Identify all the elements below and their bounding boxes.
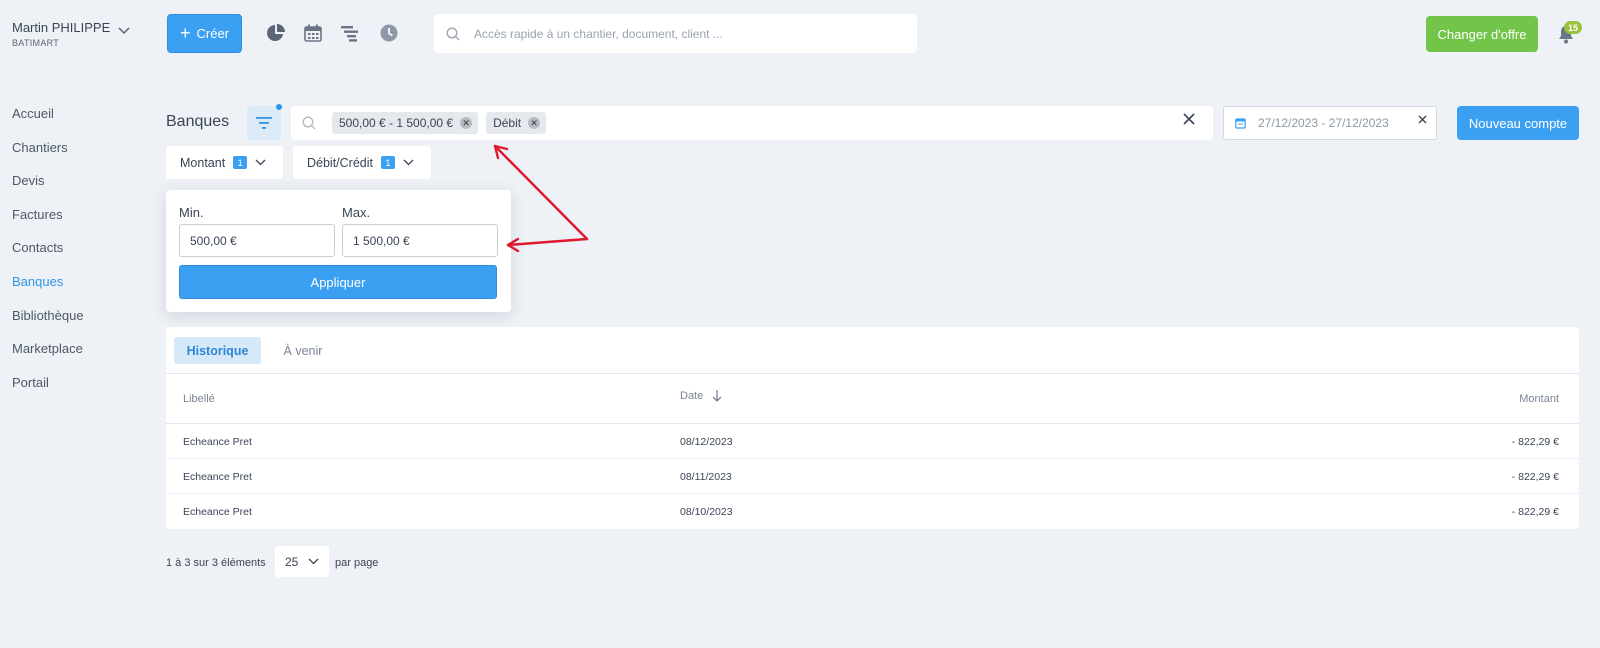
remove-chip-icon[interactable]: ✕ xyxy=(460,117,473,129)
clock-icon[interactable] xyxy=(379,23,399,43)
tab-historique[interactable]: Historique xyxy=(174,337,261,364)
filter-icon xyxy=(256,117,272,129)
row-label: Echeance Pret xyxy=(183,506,252,518)
amount-filter-count: 1 xyxy=(233,156,248,169)
sidebar-item-bibliotheque[interactable]: Bibliothèque xyxy=(12,306,84,340)
date-range-value: 27/12/2023 - 27/12/2023 xyxy=(1258,116,1389,130)
row-date: 08/11/2023 xyxy=(680,471,732,483)
row-label: Echeance Pret xyxy=(183,436,252,448)
calendar-icon[interactable] xyxy=(303,23,323,43)
quick-search[interactable] xyxy=(434,14,917,53)
notification-badge: 15 xyxy=(1564,21,1582,34)
row-amount: - 822,29 € xyxy=(1511,436,1559,448)
sidebar-item-portail[interactable]: Portail xyxy=(12,373,84,407)
date-range-picker[interactable]: 27/12/2023 - 27/12/2023 xyxy=(1223,106,1437,140)
sidebar-item-contacts[interactable]: Contacts xyxy=(12,238,84,272)
quick-search-input[interactable] xyxy=(474,26,894,41)
filter-chip-label: Débit xyxy=(493,116,522,130)
column-header-amount[interactable]: Montant xyxy=(1519,393,1559,405)
search-icon xyxy=(446,27,460,40)
min-amount-input[interactable] xyxy=(179,224,335,257)
apply-button[interactable]: Appliquer xyxy=(179,265,497,299)
user-menu[interactable]: Martin PHILIPPE BATIMART xyxy=(12,20,110,48)
amount-filter-popover: Min. Max. Appliquer xyxy=(166,190,511,312)
page-size-value: 25 xyxy=(285,554,299,569)
create-button[interactable]: + Créer xyxy=(167,14,242,53)
column-header-date-label: Date xyxy=(680,390,704,402)
max-amount-input[interactable] xyxy=(342,224,498,257)
row-label: Echeance Pret xyxy=(183,471,252,483)
debit-credit-filter-count: 1 xyxy=(381,156,395,169)
filter-chip-debit: Débit ✕ xyxy=(486,112,547,134)
remove-chip-icon[interactable]: ✕ xyxy=(528,117,541,129)
chevron-down-icon xyxy=(308,558,319,565)
sidebar-item-factures[interactable]: Factures xyxy=(12,205,84,239)
plus-icon: + xyxy=(179,22,191,43)
page-title: Banques xyxy=(166,113,230,130)
new-account-button[interactable]: Nouveau compte xyxy=(1457,106,1579,140)
sidebar-item-banques[interactable]: Banques xyxy=(12,272,84,306)
chevron-down-icon xyxy=(403,159,414,166)
active-filters-bar[interactable]: 500,00 € - 1 500,00 € ✕ Débit ✕ xyxy=(291,106,1213,140)
arrow-down-icon xyxy=(712,390,722,402)
filter-chip-label: 500,00 € - 1 500,00 € xyxy=(339,116,454,130)
pie-chart-icon[interactable] xyxy=(266,23,286,43)
clear-filters-icon[interactable] xyxy=(1183,113,1195,125)
page-size-select[interactable]: 25 xyxy=(275,546,329,577)
transactions-card: Historique À venir Libellé Date Montant … xyxy=(166,327,1579,529)
amount-filter-label: Montant xyxy=(180,155,226,170)
row-amount: - 822,29 € xyxy=(1511,506,1559,518)
pagination-summary: 1 à 3 sur 3 éléments xyxy=(166,557,266,569)
active-filter-indicator xyxy=(276,104,282,110)
search-icon xyxy=(302,116,316,130)
sidebar-item-marketplace[interactable]: Marketplace xyxy=(12,339,84,373)
max-label: Max. xyxy=(342,205,371,220)
change-offer-button[interactable]: Changer d'offre xyxy=(1426,16,1538,52)
pagination-suffix: par page xyxy=(335,557,379,569)
sidebar-item-devis[interactable]: Devis xyxy=(12,171,84,205)
table-row[interactable]: Echeance Pret 08/12/2023 - 822,29 € xyxy=(166,424,1579,459)
debit-credit-filter-dropdown[interactable]: Débit/Crédit 1 xyxy=(293,146,431,179)
annotation-arrows xyxy=(493,144,589,253)
user-name: Martin PHILIPPE xyxy=(12,20,111,35)
create-button-label: Créer xyxy=(196,26,230,41)
calendar-icon xyxy=(1235,118,1246,129)
column-header-date[interactable]: Date xyxy=(680,389,722,403)
tabs-divider xyxy=(166,373,1579,374)
sidebar-nav: Accueil Chantiers Devis Factures Contact… xyxy=(12,104,84,406)
debit-credit-filter-label: Débit/Crédit xyxy=(307,155,373,170)
amount-filter-dropdown[interactable]: Montant 1 xyxy=(166,146,283,179)
filter-chip-amount: 500,00 € - 1 500,00 € ✕ xyxy=(332,112,479,134)
column-header-label[interactable]: Libellé xyxy=(183,393,215,405)
min-label: Min. xyxy=(179,205,204,220)
chevron-down-icon[interactable] xyxy=(118,27,130,35)
gantt-icon[interactable] xyxy=(340,23,360,43)
clear-date-icon[interactable] xyxy=(1418,115,1427,124)
sidebar-item-chantiers[interactable]: Chantiers xyxy=(12,138,84,172)
row-amount: - 822,29 € xyxy=(1511,471,1559,483)
tab-a-venir[interactable]: À venir xyxy=(267,337,339,364)
filter-toggle-button[interactable] xyxy=(247,106,281,140)
sidebar-item-accueil[interactable]: Accueil xyxy=(12,104,84,138)
table-row[interactable]: Echeance Pret 08/11/2023 - 822,29 € xyxy=(166,459,1579,494)
row-date: 08/12/2023 xyxy=(680,436,733,448)
user-company: BATIMART xyxy=(12,38,60,48)
table-row[interactable]: Echeance Pret 08/10/2023 - 822,29 € xyxy=(166,494,1579,529)
chevron-down-icon xyxy=(255,159,266,166)
row-date: 08/10/2023 xyxy=(680,506,733,518)
